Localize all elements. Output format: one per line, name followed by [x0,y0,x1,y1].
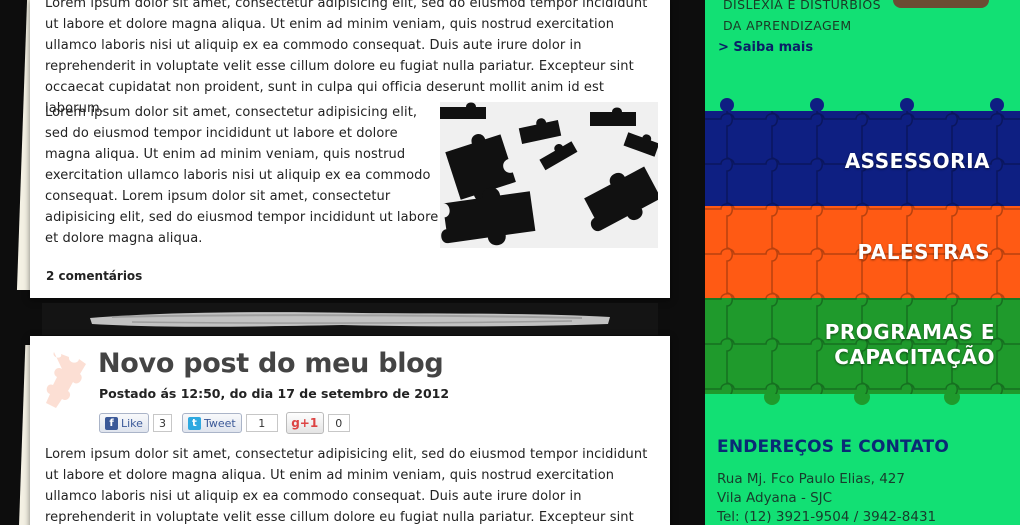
menu-programas[interactable]: PROGRAMAS E CAPACITAÇÃO [825,320,995,370]
like-count: 3 [152,414,172,432]
menu-assessoria[interactable]: ASSESSORIA [845,149,990,174]
puzzle-piece-icon [40,348,90,410]
share-buttons: f Like 3 t Tweet 1 g +1 0 [99,412,350,434]
blog-post-card: Novo post do meu blog Postado ás 12:50, … [30,336,670,525]
post-title[interactable]: Novo post do meu blog [98,348,444,379]
blog-post-card: Lorem ipsum dolor sit amet, consectetur … [30,0,670,298]
saiba-mais-link[interactable]: > Saiba mais [718,40,813,55]
menu-palestras[interactable]: PALESTRAS [857,240,990,265]
facebook-icon: f [105,416,118,430]
comments-link[interactable]: 2 comentários [46,269,142,283]
promo-line-1: DISLEXIA E DISTÚRBIOS [723,0,881,12]
plus-one-label: +1 [299,416,319,430]
google-plus-icon: g [291,416,300,430]
tweet-label: Tweet [203,416,236,430]
post-paragraph-side: Lorem ipsum dolor sit amet, consectetur … [45,105,439,246]
menu-programas-line1: PROGRAMAS E [824,320,995,344]
contact-address: Rua Mj. Fco Paulo Elias, 427 [717,471,905,487]
sidebar: DISLEXIA E DISTÚRBIOS DA APRENDIZAGEM > … [705,0,1020,525]
contact-phone: Tel: (12) 3921-9504 / 3942-8431 [717,509,937,525]
menu-programas-line2: CAPACITAÇÃO [834,345,995,369]
puzzle-pieces-image [440,102,658,248]
tweet-count: 1 [245,414,278,432]
promo-line-2: DA APRENDIZAGEM [723,18,852,33]
post-date: Postado ás 12:50, do dia 17 de setembro … [99,386,450,401]
facebook-like-button[interactable]: f Like [99,413,149,433]
like-label: Like [121,416,143,430]
chalk-divider [42,303,658,335]
post-paragraph: Lorem ipsum dolor sit amet, consectetur … [45,447,648,525]
promo-photo [893,0,989,8]
puzzle-menu-banner: ASSESSORIA PALESTRAS PROGRAMAS E CAPACIT… [705,97,1020,412]
google-plus-button[interactable]: g +1 [285,412,324,434]
plus-one-count: 0 [327,414,350,432]
tweet-button[interactable]: t Tweet [181,413,242,433]
contact-heading: ENDEREÇOS E CONTATO [717,437,950,457]
twitter-icon: t [187,416,201,430]
contact-district: Vila Adyana - SJC [717,490,833,506]
